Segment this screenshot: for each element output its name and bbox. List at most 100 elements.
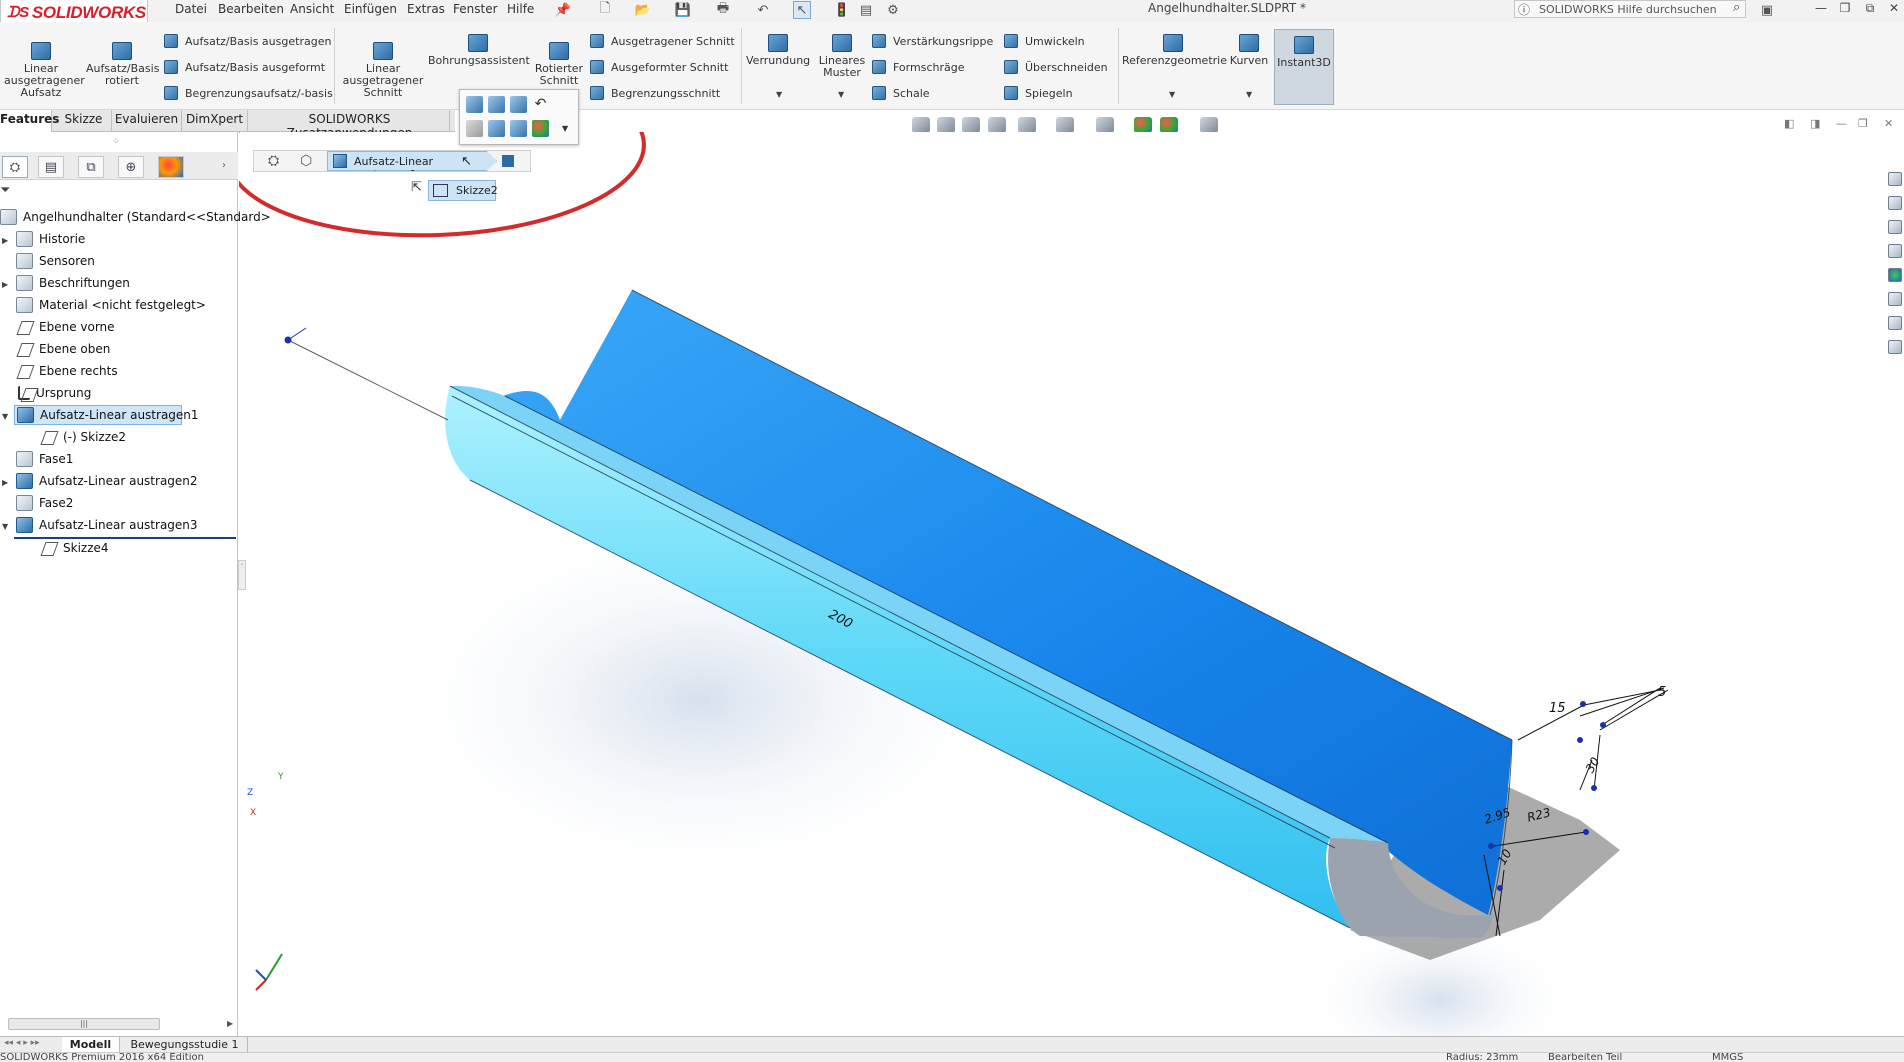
tree-item-fase2[interactable]: Fase2 xyxy=(16,493,73,513)
viewport-restore-icon[interactable]: ❐ xyxy=(1858,117,1868,130)
dim-5[interactable]: 5 xyxy=(1658,685,1666,700)
select-arrow-icon[interactable]: ↖ xyxy=(793,1,811,19)
expand-arrow-icon[interactable]: ▶ xyxy=(2,280,8,289)
forum-icon[interactable] xyxy=(1888,316,1902,330)
configurationmanager-tab-icon[interactable]: ⧉ xyxy=(78,156,104,178)
refgeom-dropdown-icon[interactable]: ▼ xyxy=(1169,90,1175,99)
propertymanager-tab-icon[interactable]: ▤ xyxy=(38,156,64,178)
home-icon[interactable] xyxy=(1888,172,1902,186)
print-icon[interactable]: 🖶 xyxy=(714,1,732,19)
tab-features[interactable]: Features xyxy=(0,110,59,132)
menu-extras[interactable]: Extras xyxy=(407,2,445,16)
menu-fenster[interactable]: Fenster xyxy=(453,2,498,16)
dim-handle-2[interactable] xyxy=(1600,722,1606,728)
boundary-cut-button[interactable]: Begrenzungsschnitt xyxy=(590,86,720,100)
tab-nav-arrows-icon[interactable]: ◂◂ ◂ ▸ ▸▸ xyxy=(4,1038,40,1048)
search-icon[interactable]: ⌕ xyxy=(1733,0,1740,15)
tree-item-beschriftungen[interactable]: Beschriftungen xyxy=(16,273,130,293)
appearance-icon[interactable] xyxy=(532,120,549,137)
pin-icon[interactable]: 📌 xyxy=(554,1,572,19)
mirror-button[interactable]: Spiegeln xyxy=(1004,86,1073,100)
filter-icon[interactable]: ⏷ xyxy=(0,183,12,198)
design-library-icon[interactable] xyxy=(1888,196,1902,210)
edit-appearance-icon[interactable] xyxy=(1134,117,1152,133)
dimxpertmanager-tab-icon[interactable]: ⊕ xyxy=(118,156,144,178)
part-breadcrumb-icon[interactable]: ⛭ xyxy=(268,153,279,169)
menu-hilfe[interactable]: Hilfe xyxy=(507,2,534,16)
lofted-boss-button[interactable]: Aufsatz/Basis ausgeformt xyxy=(164,60,325,74)
revolved-cut-button[interactable]: Rotierter Schnitt xyxy=(532,42,586,87)
close-icon[interactable]: ✕ xyxy=(1885,1,1903,19)
file-properties-icon[interactable]: ▤ xyxy=(857,1,875,19)
menu-datei[interactable]: Datei xyxy=(175,2,207,16)
collapse-arrow-icon[interactable]: ▼ xyxy=(2,412,8,421)
dim-handle-4[interactable] xyxy=(1591,785,1597,791)
menu-einfuegen[interactable]: Einfügen xyxy=(344,2,397,16)
normal-to-icon[interactable] xyxy=(510,120,527,137)
tab-dimxpert[interactable]: DimXpert xyxy=(182,110,248,132)
dim-15[interactable]: 15 xyxy=(1549,701,1566,716)
file-explorer-icon[interactable] xyxy=(1888,220,1902,234)
previous-view-icon[interactable] xyxy=(962,117,980,133)
appearances-icon[interactable] xyxy=(1888,268,1902,282)
tree-item-skizze4[interactable]: Skizze4 xyxy=(40,538,109,558)
tree-item-ebene-rechts[interactable]: Ebene rechts xyxy=(16,361,118,381)
fillet-dropdown-icon[interactable]: ▼ xyxy=(776,90,782,99)
save-icon[interactable]: 💾 xyxy=(674,1,692,19)
display-style-icon[interactable] xyxy=(1056,117,1074,133)
menu-bearbeiten[interactable]: Bearbeiten xyxy=(218,2,284,16)
tree-item-aufsatz-linear-austragen1[interactable]: Aufsatz-Linear austragen1 xyxy=(14,405,199,425)
expand-arrow-icon[interactable]: ▶ xyxy=(2,478,8,487)
edit-feature-icon[interactable] xyxy=(466,96,483,113)
curves-button[interactable]: Kurven xyxy=(1226,34,1272,67)
open-icon[interactable]: 📂 xyxy=(634,1,652,19)
tab-zusatzanwendungen[interactable]: SOLIDWORKS Zusatzanwendungen xyxy=(250,110,450,140)
collapse-arrow-icon[interactable]: ▼ xyxy=(2,522,8,531)
lofted-cut-button[interactable]: Ausgeformter Schnitt xyxy=(590,60,728,74)
hide-icon[interactable] xyxy=(466,120,483,137)
tree-horizontal-scrollbar[interactable]: ||| xyxy=(8,1018,160,1030)
hole-wizard-button[interactable]: Bohrungsassistent xyxy=(428,34,530,67)
viewport-tile-left-icon[interactable]: ◧ xyxy=(1784,117,1794,130)
status-units[interactable]: MMGS xyxy=(1712,1053,1743,1062)
face-breadcrumb-icon[interactable] xyxy=(502,155,514,167)
dim-handle-3[interactable] xyxy=(1577,737,1583,743)
fillet-button[interactable]: Verrundung xyxy=(746,34,810,67)
view-settings-icon[interactable] xyxy=(1200,117,1218,133)
tree-item-fase1[interactable]: Fase1 xyxy=(16,449,73,469)
undo-icon[interactable]: ↶ xyxy=(754,1,772,19)
viewport-minimize-icon[interactable]: — xyxy=(1836,117,1847,130)
dim-handle-1[interactable] xyxy=(1580,701,1586,707)
shell-button[interactable]: Schale xyxy=(872,86,930,100)
view-palette-icon[interactable] xyxy=(1888,244,1902,258)
help-search-input[interactable]: SOLIDWORKS Hilfe durchsuchen xyxy=(1514,0,1746,18)
zoom-to-selection-icon[interactable] xyxy=(488,120,505,137)
restore-alt-icon[interactable]: ⧉ xyxy=(1861,1,1879,19)
apply-scene-icon[interactable] xyxy=(1160,117,1178,133)
solidworks-resources-icon[interactable] xyxy=(1888,340,1902,354)
appearance-dropdown-icon[interactable]: ▼ xyxy=(562,124,568,133)
viewport-close-icon[interactable]: ✕ xyxy=(1884,117,1893,130)
zoom-to-area-icon[interactable] xyxy=(937,117,955,133)
menu-ansicht[interactable]: Ansicht xyxy=(290,2,334,16)
panel-expand-icon[interactable]: › xyxy=(222,160,226,171)
restore-icon[interactable]: ❐ xyxy=(1836,1,1854,19)
zoom-to-fit-icon[interactable] xyxy=(912,117,930,133)
tab-bewegungsstudie[interactable]: Bewegungsstudie 1 xyxy=(122,1037,248,1053)
featuremanager-tab-icon[interactable]: ⛭ xyxy=(2,156,28,178)
swept-boss-button[interactable]: Aufsatz/Basis ausgetragen xyxy=(164,34,331,48)
tree-item-ebene-vorne[interactable]: Ebene vorne xyxy=(16,317,115,337)
extruded-cut-button[interactable]: Linear ausgetragener Schnitt xyxy=(340,42,426,99)
instant3d-button[interactable]: Instant3D xyxy=(1274,29,1334,105)
view-orientation-icon[interactable] xyxy=(1018,117,1036,133)
dim-handle-6[interactable] xyxy=(1488,843,1494,849)
tree-item-ursprung[interactable]: Ursprung xyxy=(16,383,91,403)
suppress-icon[interactable] xyxy=(510,96,527,113)
dim-handle-7[interactable] xyxy=(1497,885,1503,891)
tree-root[interactable]: Angelhundhalter (Standard<<Standard> xyxy=(0,207,271,227)
section-view-icon[interactable] xyxy=(988,117,1006,133)
minimize-icon[interactable]: — xyxy=(1812,1,1830,19)
boundary-boss-button[interactable]: Begrenzungsaufsatz/-basis xyxy=(164,86,333,100)
scroll-right-icon[interactable]: ▶ xyxy=(227,1019,233,1028)
panel-splitter-grip[interactable]: ⁘ xyxy=(112,137,120,147)
